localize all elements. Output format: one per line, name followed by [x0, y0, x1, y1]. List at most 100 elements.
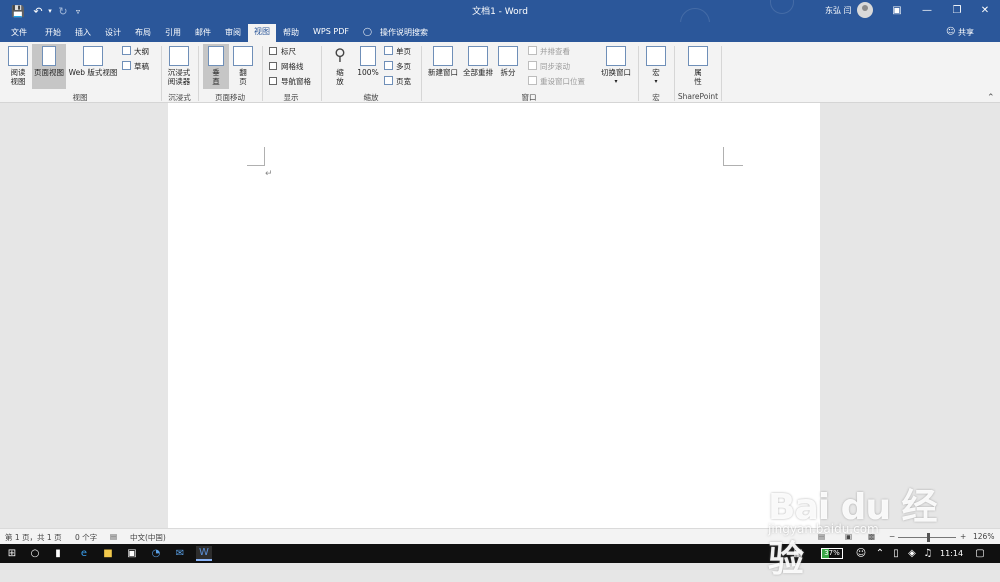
zoom-in-button[interactable]: +: [960, 532, 966, 541]
windows-start-icon[interactable]: ⊞: [4, 546, 20, 561]
file-explorer-icon[interactable]: ■: [100, 546, 116, 561]
document-area[interactable]: ↵: [0, 103, 1000, 528]
notification-icon[interactable]: ▢: [972, 546, 988, 561]
read-mode-status-icon[interactable]: ▤: [818, 532, 825, 541]
store-icon[interactable]: ▣: [124, 546, 140, 561]
user-name[interactable]: 东弘 闫: [825, 5, 852, 16]
lightbulb-icon[interactable]: ◯: [363, 27, 372, 36]
side-to-side-button[interactable]: 翻 页: [231, 44, 255, 86]
restore-button[interactable]: ❐: [942, 0, 972, 20]
battery-indicator[interactable]: 37%: [821, 548, 843, 559]
sync-scroll-label: 同步滚动: [540, 62, 570, 71]
proofing-icon[interactable]: ▤: [110, 532, 117, 541]
new-window-button[interactable]: 新建窗口: [426, 44, 460, 77]
tab-wps-pdf[interactable]: WPS PDF: [308, 25, 354, 42]
margin-corner-top-left: [247, 147, 265, 166]
vertical-button[interactable]: 垂 直: [203, 44, 229, 89]
collapse-ribbon-icon[interactable]: ⌃: [987, 93, 995, 103]
reset-window-position-button[interactable]: 重设窗口位置: [528, 75, 585, 88]
nav-pane-checkbox[interactable]: 导航窗格: [269, 75, 311, 88]
side-by-side-button[interactable]: 并排查看: [528, 45, 570, 58]
arrange-all-button[interactable]: 全部重排: [461, 44, 495, 77]
network-icon[interactable]: ◈: [904, 546, 920, 561]
outline-button[interactable]: 大纲: [122, 45, 149, 58]
page-width-button[interactable]: 页宽: [384, 75, 411, 88]
language[interactable]: 中文(中国): [130, 532, 166, 543]
vertical-icon: [208, 46, 224, 66]
close-button[interactable]: ✕: [970, 0, 1000, 20]
tab-help[interactable]: 帮助: [276, 25, 306, 42]
clock[interactable]: 11:14: [940, 549, 963, 558]
web-layout-status-icon[interactable]: ▩: [868, 532, 875, 541]
tab-insert[interactable]: 插入: [68, 25, 98, 42]
group-label-show: 显示: [283, 93, 299, 102]
people-icon[interactable]: ☺: [853, 546, 869, 561]
properties-button[interactable]: 属 性: [686, 44, 710, 86]
group-separator: [721, 46, 722, 101]
margin-corner-top-right: [723, 147, 743, 166]
tab-layout[interactable]: 布局: [128, 25, 158, 42]
tab-mailings[interactable]: 邮件: [188, 25, 218, 42]
reset-window-position-icon: [528, 76, 537, 85]
ruler-checkbox[interactable]: 标尺: [269, 45, 296, 58]
zoom-100-button[interactable]: 100%: [355, 44, 381, 77]
task-view-icon[interactable]: ▮: [50, 546, 66, 561]
gridlines-checkbox[interactable]: 网格线: [269, 60, 304, 73]
multiple-pages-button[interactable]: 多页: [384, 60, 411, 73]
person-icon[interactable]: ☺: [946, 27, 956, 37]
word-count[interactable]: 0 个字: [75, 532, 97, 543]
avatar[interactable]: [857, 2, 873, 18]
split-button[interactable]: 拆分: [497, 44, 519, 77]
word-app-icon[interactable]: W: [196, 546, 212, 561]
print-layout-button[interactable]: 页面视图: [32, 44, 66, 89]
tab-references[interactable]: 引用: [158, 25, 188, 42]
arrange-all-icon: [468, 46, 488, 66]
switch-windows-label: 切换窗口: [601, 68, 631, 77]
group-label-zoom: 缩放: [363, 93, 379, 102]
draft-label: 草稿: [134, 62, 149, 71]
immersive-reader-label: 沉浸式 阅读器: [167, 68, 191, 86]
ribbon-display-options-button[interactable]: ▣: [882, 0, 912, 20]
switch-windows-button[interactable]: 切换窗口 ▾: [598, 44, 634, 86]
print-layout-status-icon[interactable]: ▣: [845, 532, 852, 541]
zoom-slider-thumb[interactable]: [927, 533, 930, 542]
tell-me-search[interactable]: 操作说明搜索: [380, 27, 428, 38]
tab-home[interactable]: 开始: [38, 25, 68, 42]
outline-icon: [122, 46, 131, 55]
clock-app-icon[interactable]: ◔: [148, 546, 164, 561]
zoom-out-button[interactable]: −: [889, 532, 895, 541]
battery-tray-icon[interactable]: ▯: [888, 546, 904, 561]
edge-icon[interactable]: e: [76, 546, 92, 561]
zoom-button[interactable]: ⚲ 缩 放: [328, 44, 352, 87]
arrange-all-label: 全部重排: [463, 68, 493, 77]
page-width-label: 页宽: [396, 77, 411, 86]
page-count[interactable]: 第 1 页，共 1 页: [5, 532, 62, 543]
web-layout-button[interactable]: Web 版式视图: [67, 44, 119, 77]
sync-scroll-button[interactable]: 同步滚动: [528, 60, 570, 73]
document-page[interactable]: ↵: [168, 103, 820, 528]
ribbon: 阅读 视图 页面视图 Web 版式视图 大纲 草稿 视图 沉浸式 阅读器 沉浸式…: [0, 42, 1000, 103]
vertical-label: 垂 直: [212, 68, 220, 86]
immersive-reader-button[interactable]: 沉浸式 阅读器: [164, 44, 194, 86]
search-icon[interactable]: ○: [27, 546, 43, 561]
tab-view[interactable]: 视图: [248, 24, 276, 42]
tab-design[interactable]: 设计: [98, 25, 128, 42]
gridlines-label: 网格线: [281, 62, 304, 71]
tab-file[interactable]: 文件: [4, 25, 34, 42]
properties-label: 属 性: [694, 68, 702, 86]
print-layout-label: 页面视图: [34, 68, 64, 77]
macros-button[interactable]: 宏 ▾: [644, 44, 668, 86]
mail-icon[interactable]: ✉: [172, 546, 188, 561]
minimize-button[interactable]: —: [912, 0, 942, 20]
share-button[interactable]: 共享: [958, 27, 974, 38]
keyboard-icon[interactable]: ▦: [790, 546, 806, 561]
read-mode-button[interactable]: 阅读 视图: [4, 44, 32, 86]
zoom-level[interactable]: 126%: [973, 532, 994, 541]
chevron-up-icon[interactable]: ⌃: [872, 546, 888, 561]
one-page-button[interactable]: 单页: [384, 45, 411, 58]
group-label-sharepoint: SharePoint: [677, 92, 719, 101]
tab-review[interactable]: 审阅: [218, 25, 248, 42]
volume-icon[interactable]: ♫: [920, 546, 936, 561]
read-mode-label: 阅读 视图: [10, 68, 26, 86]
draft-button[interactable]: 草稿: [122, 60, 149, 73]
